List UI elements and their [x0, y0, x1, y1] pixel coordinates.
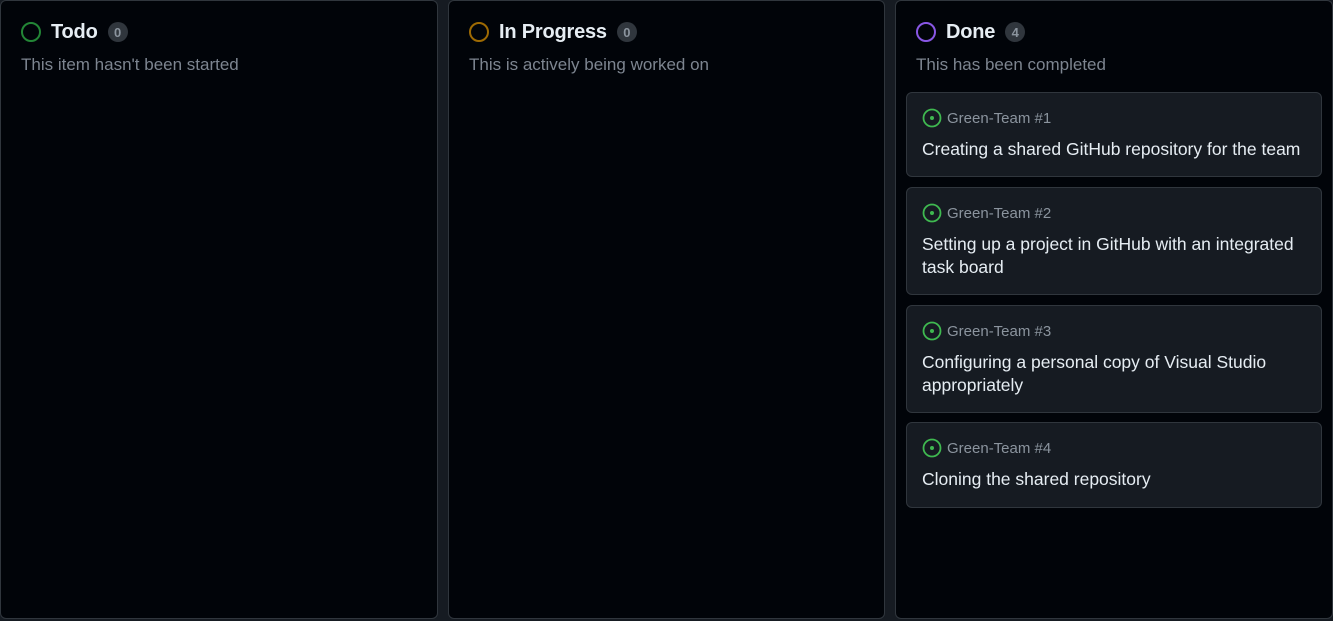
issue-reference-link[interactable]: Green-Team #3 [947, 323, 1051, 340]
issue-open-icon [922, 438, 942, 458]
item-count-badge: 0 [107, 22, 128, 42]
column-header: Done 4 [916, 21, 1026, 44]
card-meta: Green-Team #4 [922, 437, 1306, 459]
column-title[interactable]: Done [946, 21, 995, 44]
project-board: Todo 0 This item hasn't been started In … [0, 0, 1333, 621]
column-description: This item hasn't been started [21, 55, 239, 74]
column-header: In Progress 0 [469, 21, 637, 43]
status-circle-icon [916, 22, 936, 42]
issue-card[interactable]: Green-Team #3 Configuring a personal cop… [906, 305, 1322, 413]
issue-open-icon [922, 108, 942, 128]
issue-title[interactable]: Setting up a project in GitHub with an i… [922, 233, 1306, 279]
card-meta: Green-Team #2 [922, 202, 1306, 224]
board-column-todo[interactable]: Todo 0 This item hasn't been started [0, 0, 438, 619]
column-description: This has been completed [916, 55, 1106, 74]
issue-card[interactable]: Green-Team #2 Setting up a project in Gi… [906, 187, 1322, 295]
item-count-badge: 0 [616, 22, 637, 42]
issue-open-icon [922, 321, 942, 341]
board-column-in-progress[interactable]: In Progress 0 This is actively being wor… [448, 0, 885, 619]
card-meta: Green-Team #3 [922, 320, 1306, 342]
issue-reference-link[interactable]: Green-Team #4 [947, 440, 1051, 457]
status-circle-icon [469, 22, 489, 42]
card-meta: Green-Team #1 [922, 107, 1306, 129]
issue-title[interactable]: Configuring a personal copy of Visual St… [922, 351, 1306, 397]
column-header: Todo 0 [21, 21, 128, 43]
board-column-done[interactable]: Done 4 This has been completed Green-Tea… [895, 0, 1333, 619]
issue-reference-link[interactable]: Green-Team #1 [947, 110, 1051, 127]
issue-title[interactable]: Cloning the shared repository [922, 468, 1306, 491]
status-circle-icon [21, 22, 41, 42]
issue-reference-link[interactable]: Green-Team #2 [947, 205, 1051, 222]
column-title[interactable]: Todo [51, 21, 98, 44]
issue-card[interactable]: Green-Team #1 Creating a shared GitHub r… [906, 92, 1322, 177]
column-description: This is actively being worked on [469, 55, 710, 74]
issue-open-icon [922, 203, 942, 223]
issue-title[interactable]: Creating a shared GitHub repository for … [922, 138, 1306, 161]
column-title[interactable]: In Progress [499, 21, 607, 44]
item-count-badge: 4 [1005, 22, 1026, 42]
issue-card[interactable]: Green-Team #4 Cloning the shared reposit… [906, 422, 1322, 508]
